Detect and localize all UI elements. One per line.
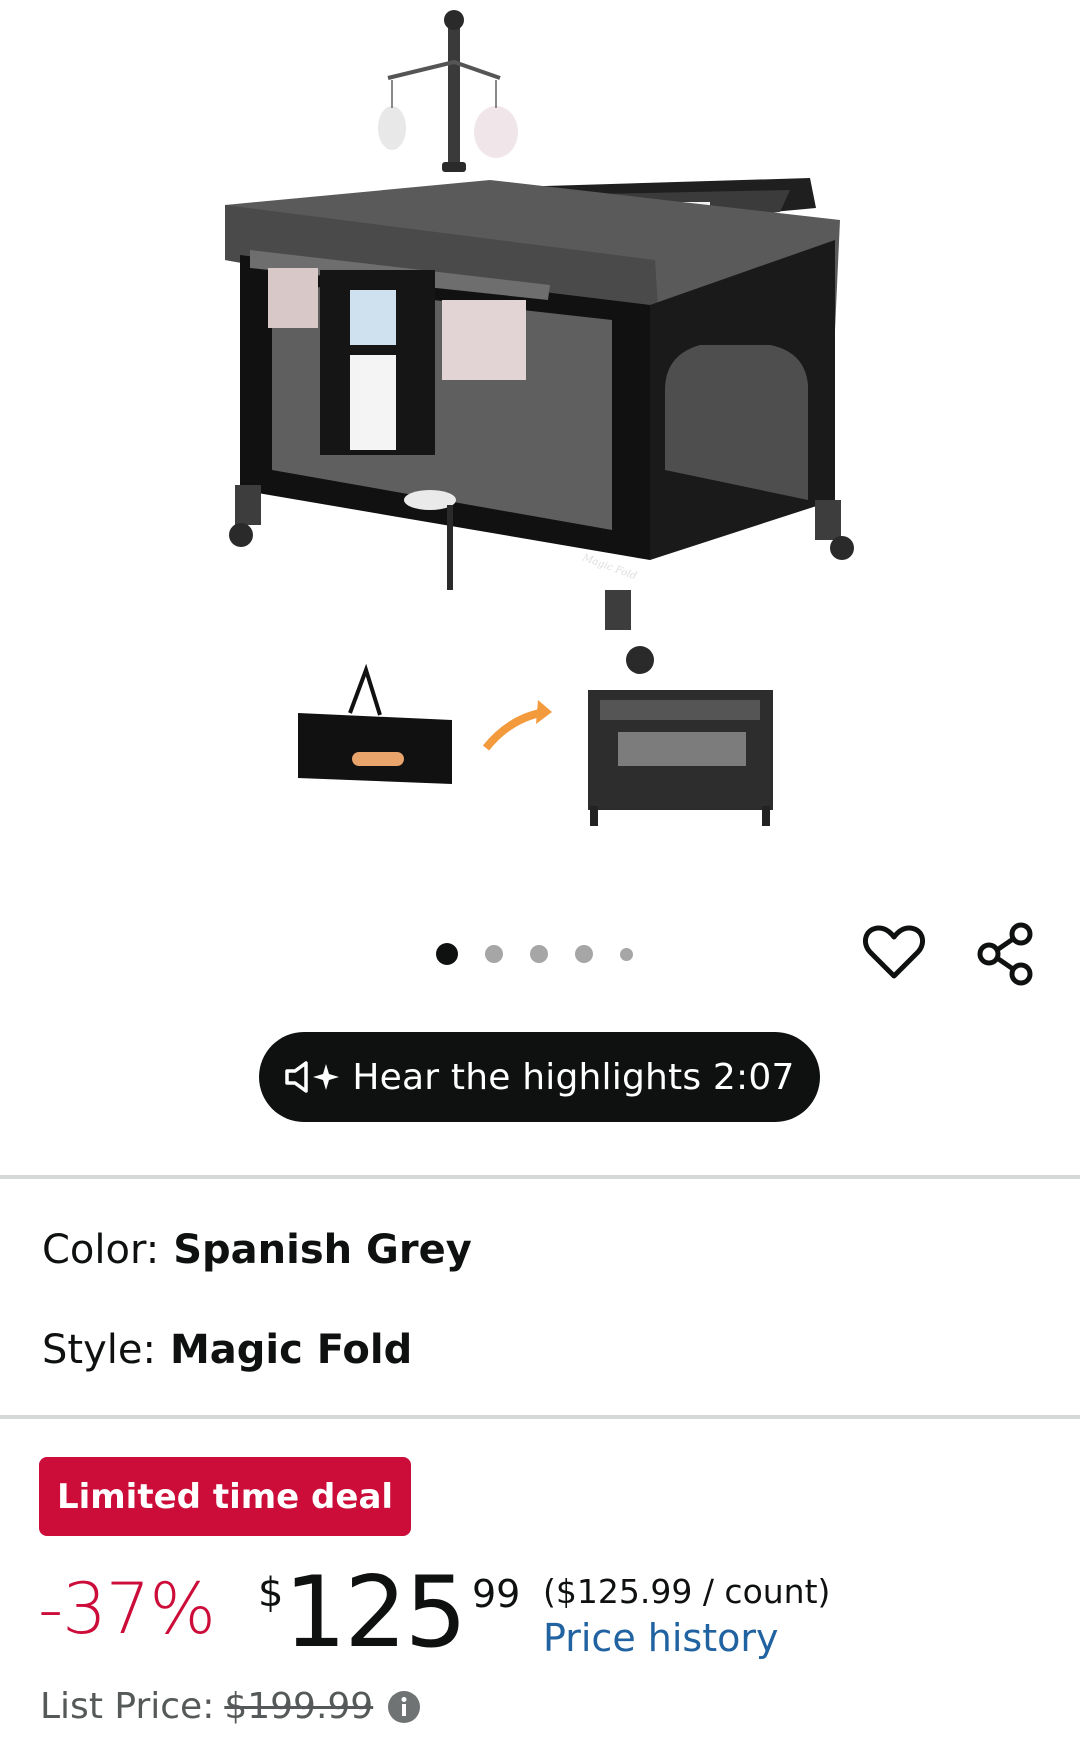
price-history-link[interactable]: Price history — [543, 1616, 778, 1660]
section-divider — [0, 1175, 1080, 1179]
section-divider — [0, 1415, 1080, 1419]
product-image-gallery[interactable]: Magic Fold — [0, 0, 1080, 1000]
wishlist-button[interactable] — [862, 922, 926, 982]
discount-percent: -37% — [38, 1568, 216, 1650]
style-value: Magic Fold — [169, 1327, 413, 1373]
hear-highlights-button[interactable]: Hear the highlights 2:07 — [259, 1032, 820, 1122]
list-price-value: $199.99 — [224, 1686, 374, 1727]
carousel-dot[interactable] — [530, 945, 548, 963]
price-currency-symbol: $ — [258, 1570, 284, 1616]
carousel-dot[interactable] — [575, 945, 593, 963]
price-fraction: 99 — [472, 1572, 521, 1616]
speaker-sparkle-icon — [285, 1061, 340, 1093]
carousel-dot[interactable] — [620, 947, 633, 961]
carousel-dot[interactable] — [436, 943, 458, 965]
product-image[interactable]: Magic Fold — [0, 0, 1080, 900]
share-icon — [977, 922, 1033, 986]
style-selector[interactable]: Style: Magic Fold — [42, 1327, 412, 1373]
color-selector[interactable]: Color: Spanish Grey — [42, 1227, 472, 1273]
carousel-dots[interactable] — [436, 943, 660, 965]
limited-deal-badge: Limited time deal — [39, 1457, 411, 1536]
info-icon[interactable] — [387, 1690, 421, 1724]
unit-price: ($125.99 / count) — [543, 1572, 831, 1611]
list-price: List Price: $199.99 — [40, 1686, 421, 1727]
style-label: Style: — [42, 1327, 156, 1373]
price-whole: 125 — [284, 1556, 467, 1670]
color-label: Color: — [42, 1227, 160, 1273]
carousel-dot[interactable] — [485, 945, 503, 963]
heart-icon — [862, 925, 926, 979]
svg-text:Magic Fold: Magic Fold — [580, 552, 638, 582]
list-price-label: List Price: — [40, 1686, 215, 1727]
color-value: Spanish Grey — [173, 1227, 472, 1273]
share-button[interactable] — [975, 922, 1039, 986]
hear-highlights-label: Hear the highlights 2:07 — [352, 1056, 795, 1098]
